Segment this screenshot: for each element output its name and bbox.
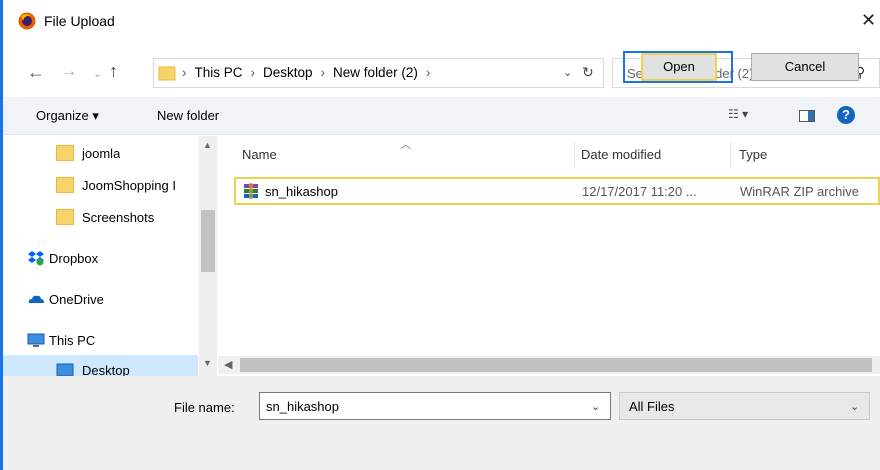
desktop-icon [56, 363, 74, 376]
folder-icon [56, 177, 74, 193]
scroll-down-icon[interactable]: ▼ [203, 358, 212, 368]
forward-arrow-icon[interactable]: → [61, 63, 77, 81]
navigation-pane: joomla JoomShopping I Screenshots Dropbo… [3, 136, 217, 376]
scroll-left-icon[interactable]: ◀ [224, 358, 232, 371]
filter-value: All Files [629, 399, 675, 414]
file-list: ︿ Name Date modified Type sn_hikashop 12… [218, 136, 880, 376]
sidebar-item-label: Dropbox [49, 251, 99, 266]
sidebar-item-joomshopping[interactable]: JoomShopping I [3, 170, 198, 202]
breadcrumb-this-pc[interactable]: This PC [195, 65, 243, 80]
breadcrumb-desktop[interactable]: Desktop [263, 65, 313, 80]
folder-icon [56, 209, 74, 225]
filename-label: File name: [174, 400, 235, 415]
title-bar: File Upload ✕ [3, 0, 880, 42]
breadcrumb-separator: › [182, 65, 187, 80]
column-header-type[interactable]: Type [739, 147, 767, 162]
sidebar-item-label: JoomShopping I [82, 178, 176, 193]
scroll-up-icon[interactable]: ▲ [203, 140, 212, 150]
breadcrumb-separator[interactable]: › [321, 65, 326, 80]
chevron-down-icon[interactable]: ⌄ [591, 400, 600, 413]
filename-field[interactable]: sn_hikashop ⌄ [259, 392, 611, 420]
folder-icon [56, 145, 74, 161]
help-icon[interactable]: ? [837, 106, 855, 124]
breadcrumb-separator[interactable]: › [251, 65, 256, 80]
change-view-icon[interactable]: ☷ ▾ [728, 107, 748, 121]
refresh-icon[interactable]: ↻ [582, 64, 594, 81]
sidebar-item-label: This PC [49, 333, 96, 348]
command-bar: Organize ▾ New folder ☷ ▾ ? [3, 97, 880, 135]
file-type: WinRAR ZIP archive [740, 184, 859, 199]
computer-icon [27, 333, 45, 347]
sidebar-item-onedrive[interactable]: OneDrive [3, 284, 198, 316]
sidebar-item-joomla[interactable]: joomla [3, 138, 198, 170]
winrar-archive-icon [244, 183, 258, 199]
back-arrow-icon[interactable]: ← [27, 62, 45, 83]
window-title: File Upload [44, 13, 115, 29]
open-button[interactable]: Open [641, 53, 717, 81]
sidebar-item-dropbox[interactable]: Dropbox [3, 243, 198, 275]
address-dropdown-icon[interactable]: ⌄ [563, 66, 572, 79]
up-arrow-icon[interactable]: ↑ [109, 61, 118, 82]
cancel-button[interactable]: Cancel [751, 53, 859, 81]
sidebar-item-screenshots[interactable]: Screenshots [3, 202, 198, 234]
breadcrumb-separator[interactable]: › [426, 65, 431, 80]
onedrive-icon [28, 295, 44, 303]
close-icon[interactable]: ✕ [861, 10, 876, 31]
file-name: sn_hikashop [265, 184, 338, 199]
scrollbar-thumb[interactable] [240, 358, 872, 372]
sidebar-item-label: joomla [82, 146, 121, 161]
organize-button[interactable]: Organize ▾ [36, 108, 99, 124]
sidebar-item-this-pc[interactable]: This PC [3, 325, 198, 357]
sidebar-item-label: OneDrive [49, 292, 104, 307]
navigation-bar: ← → ⌄ ↑ › This PC › Desktop › New folder… [3, 56, 880, 90]
dialog-footer: File name: sn_hikashop ⌄ All Files ⌄ [3, 376, 880, 470]
column-header-row: ︿ Name Date modified Type [218, 136, 880, 172]
firefox-icon [18, 12, 36, 30]
recent-locations-icon[interactable]: ⌄ [93, 67, 102, 80]
column-header-date[interactable]: Date modified [581, 147, 661, 162]
vertical-scrollbar[interactable]: ▲ ▼ [199, 136, 217, 376]
scrollbar-thumb[interactable] [201, 210, 215, 272]
column-divider[interactable] [574, 142, 575, 168]
address-bar[interactable]: › This PC › Desktop › New folder (2) › ⌄… [153, 58, 604, 88]
preview-pane-icon[interactable] [799, 110, 815, 122]
sidebar-item-label: Screenshots [82, 210, 155, 225]
horizontal-scrollbar[interactable]: ◀ [218, 356, 880, 374]
chevron-down-icon[interactable]: ⌄ [850, 400, 859, 413]
filename-value: sn_hikashop [266, 399, 339, 414]
sidebar-item-desktop[interactable]: Desktop [3, 355, 198, 376]
sidebar-item-label: Desktop [82, 363, 130, 376]
dropbox-icon [28, 251, 44, 266]
breadcrumb-new-folder[interactable]: New folder (2) [333, 65, 418, 80]
sort-ascending-icon: ︿ [400, 139, 411, 151]
file-row[interactable]: sn_hikashop 12/17/2017 11:20 ... WinRAR … [234, 177, 880, 205]
column-divider[interactable] [730, 142, 731, 168]
folder-icon [158, 66, 176, 81]
file-date: 12/17/2017 11:20 ... [582, 184, 697, 199]
breadcrumb: › This PC › Desktop › New folder (2) › [182, 65, 430, 80]
column-header-name[interactable]: Name [242, 147, 277, 162]
file-type-filter[interactable]: All Files ⌄ [619, 392, 870, 420]
new-folder-button[interactable]: New folder [157, 108, 219, 123]
